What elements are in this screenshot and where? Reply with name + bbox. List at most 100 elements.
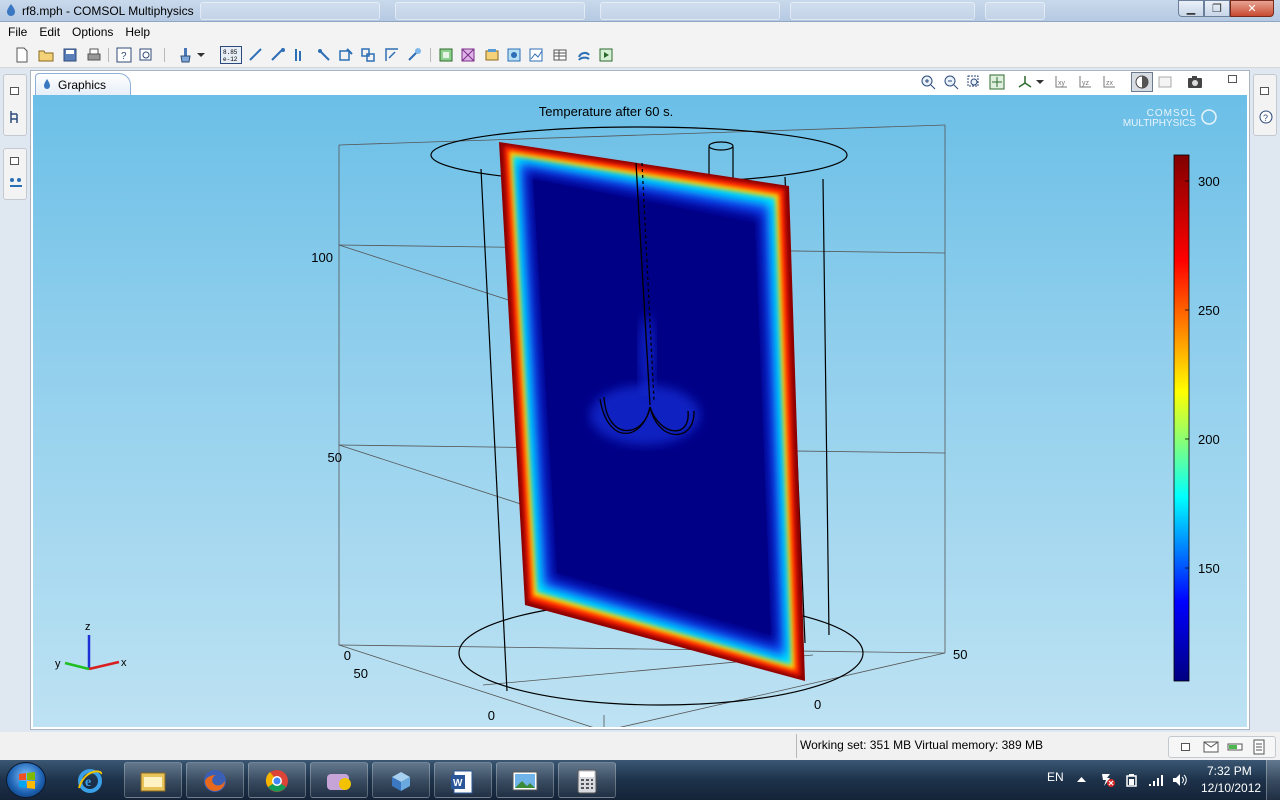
taskbar-app[interactable] <box>310 762 368 798</box>
comsol-logo: COMSOL MULTIPHYSICS <box>1123 108 1217 129</box>
z-tick-label: 0 <box>344 648 351 663</box>
taskbar-ie[interactable]: e <box>62 762 120 798</box>
model-library-icon[interactable] <box>138 47 154 63</box>
report-icon[interactable] <box>598 47 614 63</box>
print-icon[interactable] <box>86 47 102 63</box>
restore-panel-icon[interactable] <box>10 157 19 165</box>
zoom-box-icon[interactable] <box>966 74 982 90</box>
export-icon[interactable] <box>576 47 592 63</box>
settings-window-icon[interactable] <box>8 175 24 191</box>
log-icon[interactable] <box>1251 739 1267 755</box>
background-window-tab[interactable] <box>985 2 1045 20</box>
menu-help[interactable]: Help <box>121 25 154 39</box>
chevron-down-icon[interactable] <box>196 47 206 63</box>
clock-time[interactable]: 7:32 PM <box>1207 764 1252 778</box>
z-tick-label: 50 <box>328 450 342 465</box>
svg-text:yz: yz <box>1082 80 1090 87</box>
clear-brush-icon[interactable] <box>178 47 194 63</box>
restore-panel-icon[interactable] <box>1260 87 1269 95</box>
views-axes-icon[interactable] <box>1017 74 1033 90</box>
taskbar-app[interactable]: W <box>434 762 492 798</box>
zoom-out-icon[interactable] <box>943 74 959 90</box>
progress-icon[interactable] <box>1227 740 1243 754</box>
scene-light-icon[interactable] <box>1131 72 1153 92</box>
taskbar-app[interactable] <box>248 762 306 798</box>
study-icon[interactable] <box>484 47 500 63</box>
restore-panel-icon[interactable] <box>1181 743 1190 751</box>
restore-button[interactable]: ❐ <box>1204 0 1230 17</box>
compute-icon[interactable] <box>506 47 522 63</box>
tab-graphics[interactable]: Graphics <box>35 73 131 95</box>
chevron-down-icon[interactable] <box>1035 74 1045 90</box>
z-tick-label: 100 <box>311 250 333 265</box>
physics-icon[interactable] <box>406 47 422 63</box>
power-icon[interactable] <box>1124 772 1140 788</box>
taskbar-app[interactable] <box>558 762 616 798</box>
mesh-icon[interactable] <box>384 47 400 63</box>
view-xy-icon[interactable]: xy <box>1053 74 1069 90</box>
volume-icon[interactable] <box>1172 772 1188 788</box>
view-yz-icon[interactable]: yz <box>1077 74 1093 90</box>
logo-mark-icon <box>1201 109 1217 125</box>
background-window-tab[interactable] <box>600 2 780 20</box>
zoom-extents-icon[interactable] <box>989 74 1005 90</box>
background-window-tab[interactable] <box>790 2 975 20</box>
camera-icon[interactable] <box>1187 74 1203 90</box>
status-separator <box>796 734 797 758</box>
geometry-operations-icon[interactable] <box>360 47 376 63</box>
window-title: rf8.mph - COMSOL Multiphysics <box>22 4 194 18</box>
functions-icon[interactable] <box>270 47 286 63</box>
photo-viewer-icon <box>512 771 538 791</box>
network-icon[interactable] <box>1148 772 1164 788</box>
start-button[interactable] <box>6 762 46 798</box>
graphics-tab-label: Graphics <box>58 78 107 92</box>
new-file-icon[interactable] <box>14 47 30 63</box>
show-hidden-icons-icon[interactable] <box>1077 776 1086 783</box>
background-window-tab[interactable] <box>395 2 585 20</box>
variables-icon[interactable] <box>248 47 264 63</box>
window-title-bar: rf8.mph - COMSOL Multiphysics ▁ ❐ ✕ <box>0 0 1280 22</box>
background-window-tab[interactable] <box>200 2 380 20</box>
restore-panel-icon[interactable] <box>1228 75 1237 83</box>
restore-panel-icon[interactable] <box>10 87 19 95</box>
open-folder-icon[interactable] <box>38 47 54 63</box>
parameters-icon[interactable]: 8.85e-12 <box>220 46 242 64</box>
taskbar-app[interactable] <box>186 762 244 798</box>
windows-logo-icon <box>19 772 35 789</box>
taskbar-app[interactable] <box>372 762 430 798</box>
transparency-icon[interactable] <box>1157 74 1173 90</box>
plot-icon[interactable] <box>528 47 544 63</box>
action-center-icon[interactable] <box>1100 772 1116 788</box>
plot-title: Temperature after 60 s. <box>539 104 673 119</box>
menu-options[interactable]: Options <box>68 25 117 39</box>
mesh-build-icon[interactable] <box>460 47 476 63</box>
pairs-icon[interactable] <box>292 47 308 63</box>
colorbar-tick-label: 150 <box>1198 561 1220 576</box>
menu-edit[interactable]: Edit <box>35 25 64 39</box>
menu-file[interactable]: File <box>4 25 31 39</box>
results-table-icon[interactable] <box>552 47 568 63</box>
build-all-icon[interactable] <box>438 47 454 63</box>
geometry-select-icon[interactable] <box>338 47 354 63</box>
model-view[interactable]: Temperature after 60 s. COMSOL MULTIPHYS… <box>33 95 1247 727</box>
taskbar-app[interactable] <box>124 762 182 798</box>
taskbar-app[interactable] <box>496 762 554 798</box>
internet-explorer-icon: e <box>78 769 103 793</box>
colorbar-tick-label: 200 <box>1198 432 1220 447</box>
minimize-button[interactable]: ▁ <box>1178 0 1204 17</box>
help-panel-icon[interactable]: ? <box>1258 109 1274 125</box>
graphics-canvas[interactable]: Temperature after 60 s. COMSOL MULTIPHYS… <box>33 95 1247 727</box>
geometry-build-icon[interactable] <box>316 47 332 63</box>
model-builder-icon[interactable] <box>8 109 24 125</box>
svg-text:8.85: 8.85 <box>223 49 238 56</box>
messages-icon[interactable] <box>1203 740 1219 754</box>
close-button[interactable]: ✕ <box>1230 0 1274 17</box>
zoom-in-icon[interactable] <box>920 74 936 90</box>
clock-date[interactable]: 12/10/2012 <box>1201 781 1261 795</box>
save-icon[interactable] <box>62 47 78 63</box>
show-desktop-button[interactable] <box>1266 760 1280 800</box>
language-indicator[interactable]: EN <box>1047 770 1064 784</box>
help-icon[interactable]: ? <box>116 47 132 63</box>
memory-status: Working set: 351 MB Virtual memory: 389 … <box>800 738 1043 752</box>
view-zx-icon[interactable]: zx <box>1101 74 1117 90</box>
